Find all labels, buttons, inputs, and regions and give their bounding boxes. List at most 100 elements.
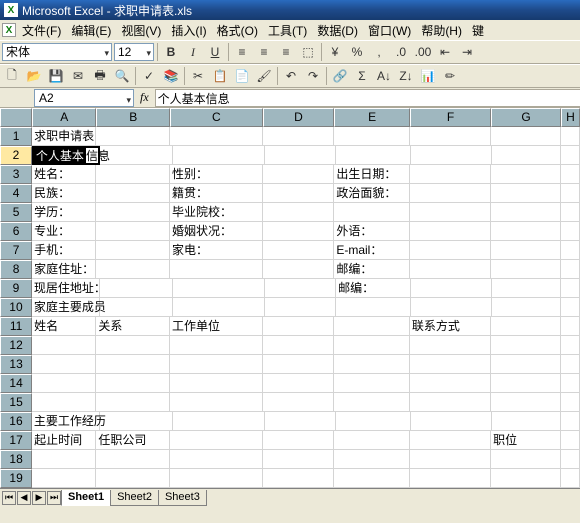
cell-C4[interactable]: 籍贯： [170, 184, 263, 203]
menu-tools[interactable]: 工具(T) [264, 22, 311, 39]
cell-B18[interactable] [96, 450, 170, 469]
cell-B11[interactable]: 关系 [96, 317, 170, 336]
cell-A12[interactable] [32, 336, 96, 355]
cell-A7[interactable]: 手机： [32, 241, 96, 260]
sheet-tab-2[interactable]: Sheet2 [110, 490, 159, 506]
cell-C10[interactable] [173, 298, 265, 317]
cell-A1[interactable]: 求职申请表 [32, 127, 96, 146]
cell-H16[interactable] [561, 412, 580, 431]
tab-prev-icon[interactable]: ◀ [17, 491, 31, 505]
cell-H13[interactable] [561, 355, 580, 374]
row-head[interactable]: 19 [0, 469, 32, 488]
cell-D16[interactable] [265, 412, 336, 431]
cell-G9[interactable] [492, 279, 561, 298]
cell-G12[interactable] [491, 336, 561, 355]
row-head[interactable]: 2 [0, 146, 32, 165]
row-head[interactable]: 14 [0, 374, 32, 393]
row-head[interactable]: 5 [0, 203, 32, 222]
row-head[interactable]: 4 [0, 184, 32, 203]
menu-format[interactable]: 格式(O) [213, 22, 262, 39]
cell-E18[interactable] [334, 450, 410, 469]
format-painter-icon[interactable]: 🖌 [254, 66, 274, 86]
cell-B19[interactable] [96, 469, 170, 488]
cell-D7[interactable] [263, 241, 335, 260]
cell-G16[interactable] [492, 412, 561, 431]
row-head[interactable]: 9 [0, 279, 32, 298]
cell-B6[interactable] [96, 222, 170, 241]
col-B[interactable]: B [96, 108, 170, 127]
cell-A8[interactable]: 家庭住址： [32, 260, 96, 279]
cell-D19[interactable] [263, 469, 335, 488]
paste-icon[interactable]: 📄 [232, 66, 252, 86]
mail-icon[interactable]: ✉ [68, 66, 88, 86]
row-head[interactable]: 7 [0, 241, 32, 260]
cell-G8[interactable] [491, 260, 561, 279]
cell-E13[interactable] [334, 355, 410, 374]
cell-E4[interactable]: 政治面貌： [334, 184, 410, 203]
cell-E3[interactable]: 出生日期： [334, 165, 410, 184]
cell-E17[interactable] [334, 431, 410, 450]
hyperlink-icon[interactable]: 🔗 [330, 66, 350, 86]
cell-C5[interactable]: 毕业院校： [170, 203, 263, 222]
cell-A19[interactable] [32, 469, 96, 488]
cell-F7[interactable] [410, 241, 491, 260]
sort-desc-icon[interactable]: Z↓ [396, 66, 416, 86]
cell-D6[interactable] [263, 222, 335, 241]
cell-B16[interactable] [100, 412, 173, 431]
underline-button[interactable]: U [205, 42, 225, 62]
sheet-tab-3[interactable]: Sheet3 [158, 490, 207, 506]
cell-C14[interactable] [170, 374, 263, 393]
cell-G11[interactable] [491, 317, 561, 336]
cell-F17[interactable] [410, 431, 491, 450]
cell-C13[interactable] [170, 355, 263, 374]
cell-B8[interactable] [96, 260, 170, 279]
cell-E14[interactable] [334, 374, 410, 393]
cell-F11[interactable]: 联系方式 [410, 317, 491, 336]
cell-G3[interactable] [491, 165, 561, 184]
cell-E8[interactable]: 邮编： [334, 260, 410, 279]
row-head[interactable]: 12 [0, 336, 32, 355]
cell-B15[interactable] [96, 393, 170, 412]
cell-G14[interactable] [491, 374, 561, 393]
cell-H6[interactable] [561, 222, 580, 241]
menu-file[interactable]: 文件(F) [18, 22, 65, 39]
spell-icon[interactable]: ✓ [139, 66, 159, 86]
cell-D12[interactable] [263, 336, 335, 355]
menu-key[interactable]: 键 [468, 22, 488, 39]
cell-H1[interactable] [561, 127, 580, 146]
row-head[interactable]: 11 [0, 317, 32, 336]
cell-B2[interactable] [100, 146, 173, 165]
cell-C2[interactable] [173, 146, 265, 165]
new-icon[interactable]: 🗋 [2, 66, 22, 86]
cell-G18[interactable] [491, 450, 561, 469]
tab-first-icon[interactable]: ⏮ [2, 491, 16, 505]
comma-icon[interactable]: , [369, 42, 389, 62]
cell-E15[interactable] [334, 393, 410, 412]
cell-D1[interactable] [263, 127, 335, 146]
cell-A10[interactable]: 家庭主要成员 [32, 298, 100, 317]
cell-B7[interactable] [96, 241, 170, 260]
cell-A3[interactable]: 姓名： [32, 165, 96, 184]
tab-last-icon[interactable]: ⏭ [47, 491, 61, 505]
cell-B9[interactable] [100, 279, 173, 298]
fx-label[interactable]: fx [134, 90, 155, 105]
cell-B1[interactable] [96, 127, 170, 146]
row-head[interactable]: 13 [0, 355, 32, 374]
cell-B17[interactable]: 任职公司 [96, 431, 170, 450]
cell-E12[interactable] [334, 336, 410, 355]
research-icon[interactable]: 📚 [161, 66, 181, 86]
cell-C9[interactable] [173, 279, 265, 298]
cell-G10[interactable] [492, 298, 561, 317]
menu-edit[interactable]: 编辑(E) [67, 22, 115, 39]
col-C[interactable]: C [170, 108, 263, 127]
cell-E19[interactable] [334, 469, 410, 488]
cell-D10[interactable] [265, 298, 336, 317]
menu-insert[interactable]: 插入(I) [167, 22, 210, 39]
copy-icon[interactable]: 📋 [210, 66, 230, 86]
print-icon[interactable]: 🖶 [90, 66, 110, 86]
cell-C11[interactable]: 工作单位 [170, 317, 263, 336]
cell-D2[interactable] [265, 146, 336, 165]
cell-C7[interactable]: 家电： [170, 241, 263, 260]
cell-H4[interactable] [561, 184, 580, 203]
merge-icon[interactable]: ⬚ [298, 42, 318, 62]
